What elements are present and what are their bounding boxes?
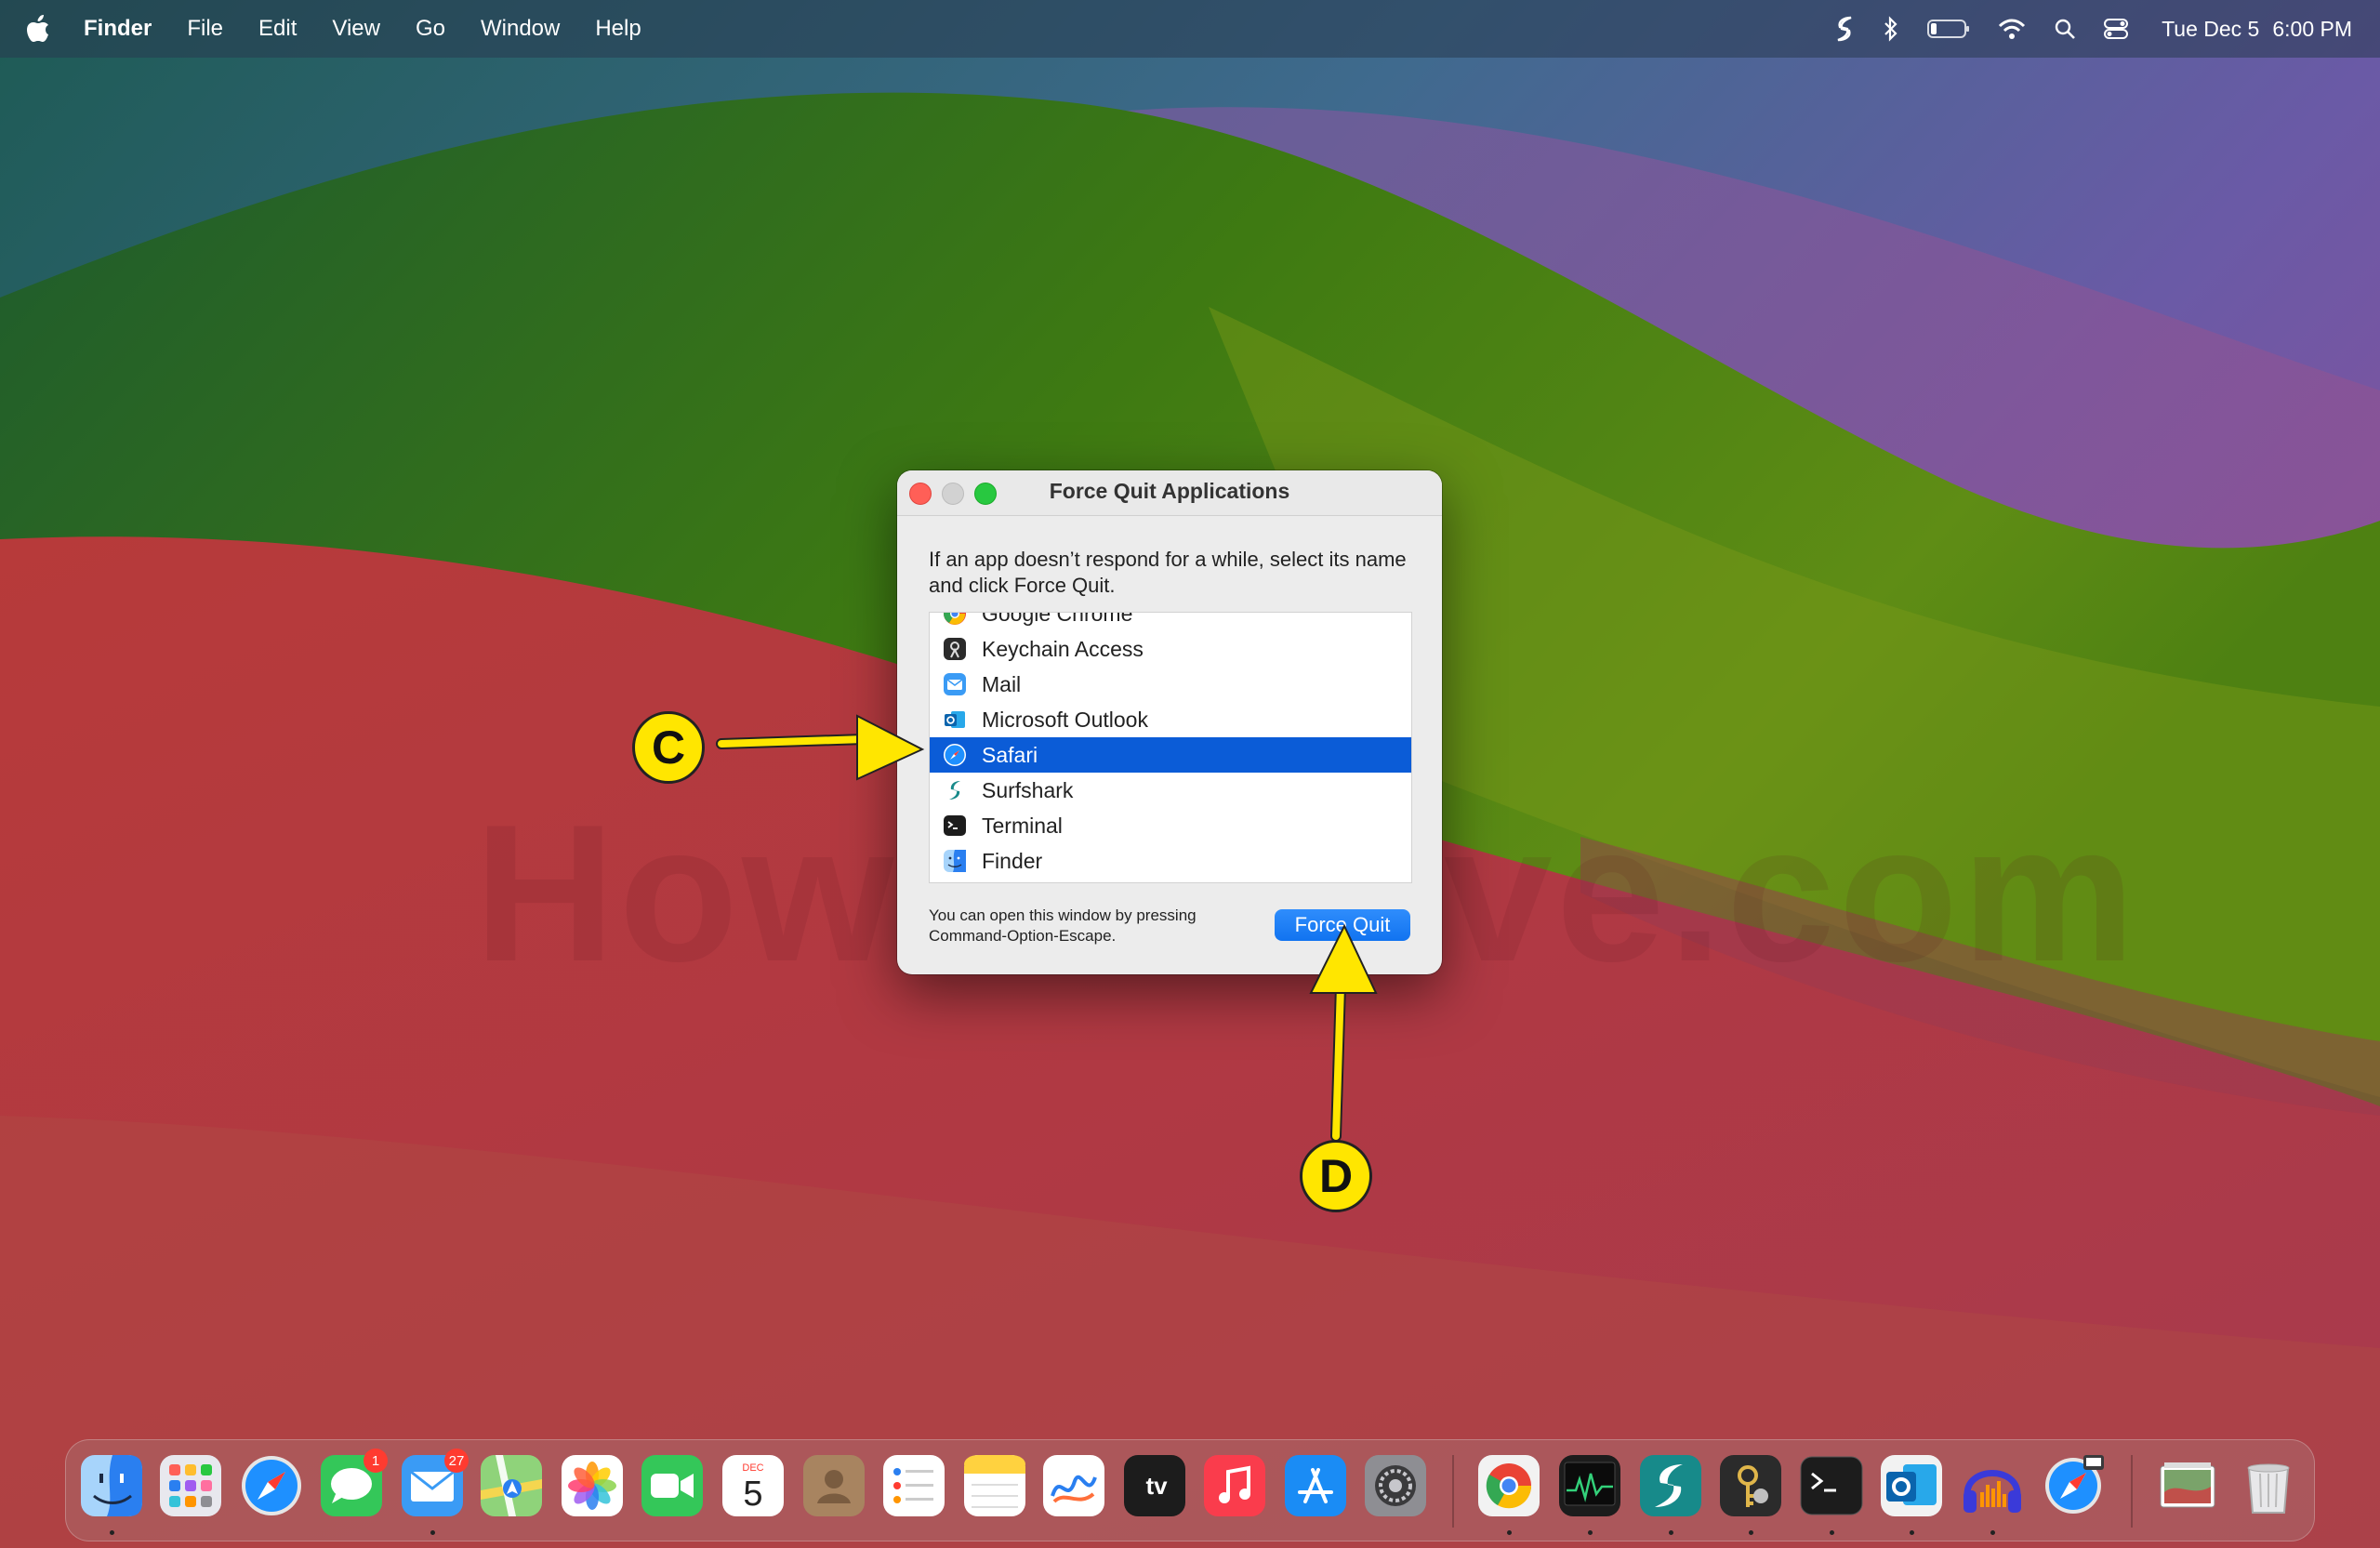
apple-tv-icon[interactable]: tv [1122, 1453, 1187, 1518]
safari-icon[interactable] [239, 1453, 304, 1518]
notes-icon[interactable] [962, 1453, 1027, 1518]
running-indicator [1830, 1530, 1834, 1535]
tv-label: tv [1145, 1472, 1168, 1500]
finder-icon[interactable] [79, 1453, 144, 1518]
audio-app-icon[interactable] [1960, 1453, 2025, 1518]
running-indicator [1910, 1530, 1914, 1535]
calendar-day: 5 [743, 1475, 762, 1514]
freeform-icon[interactable] [1041, 1453, 1106, 1518]
system-settings-icon[interactable] [1363, 1453, 1428, 1518]
annotation-arrows [716, 714, 1378, 1142]
surfshark-icon[interactable] [1638, 1453, 1703, 1518]
mail-badge: 27 [444, 1449, 469, 1473]
chrome-icon[interactable] [1476, 1453, 1541, 1518]
running-indicator [110, 1530, 114, 1535]
running-indicator [1749, 1530, 1753, 1535]
calendar-icon[interactable]: DEC5 [721, 1453, 786, 1518]
running-indicator [1588, 1530, 1593, 1535]
downloads-stack-icon[interactable] [2155, 1453, 2220, 1518]
running-indicator [1990, 1530, 1995, 1535]
running-indicator [430, 1530, 435, 1535]
terminal-icon[interactable] [1799, 1453, 1864, 1518]
photos-icon[interactable] [560, 1453, 625, 1518]
arrow-c [716, 714, 925, 781]
dock-separator [1452, 1455, 1454, 1528]
maps-icon[interactable] [479, 1453, 544, 1518]
dock-separator [2131, 1455, 2133, 1528]
contacts-icon[interactable] [801, 1453, 866, 1518]
calendar-month: DEC [742, 1462, 763, 1474]
activity-monitor-icon[interactable] [1557, 1453, 1622, 1518]
app-store-icon[interactable] [1283, 1453, 1348, 1518]
reminders-icon[interactable] [881, 1453, 946, 1518]
safari-icon[interactable] [2041, 1453, 2106, 1518]
running-indicator [1669, 1530, 1673, 1535]
facetime-icon[interactable] [640, 1453, 705, 1518]
music-icon[interactable] [1202, 1453, 1267, 1518]
launchpad-icon[interactable] [158, 1453, 223, 1518]
outlook-icon[interactable] [1879, 1453, 1944, 1518]
trash-icon[interactable] [2236, 1453, 2301, 1518]
desktop: HowToSolve.com Finder File Edit View Go … [0, 0, 2380, 1548]
running-indicator [1507, 1530, 1512, 1535]
callout-c: C [632, 711, 705, 784]
callout-d: D [1300, 1140, 1372, 1212]
arrow-d [1309, 923, 1378, 1142]
keychain-icon[interactable] [1718, 1453, 1783, 1518]
messages-badge: 1 [364, 1449, 388, 1473]
